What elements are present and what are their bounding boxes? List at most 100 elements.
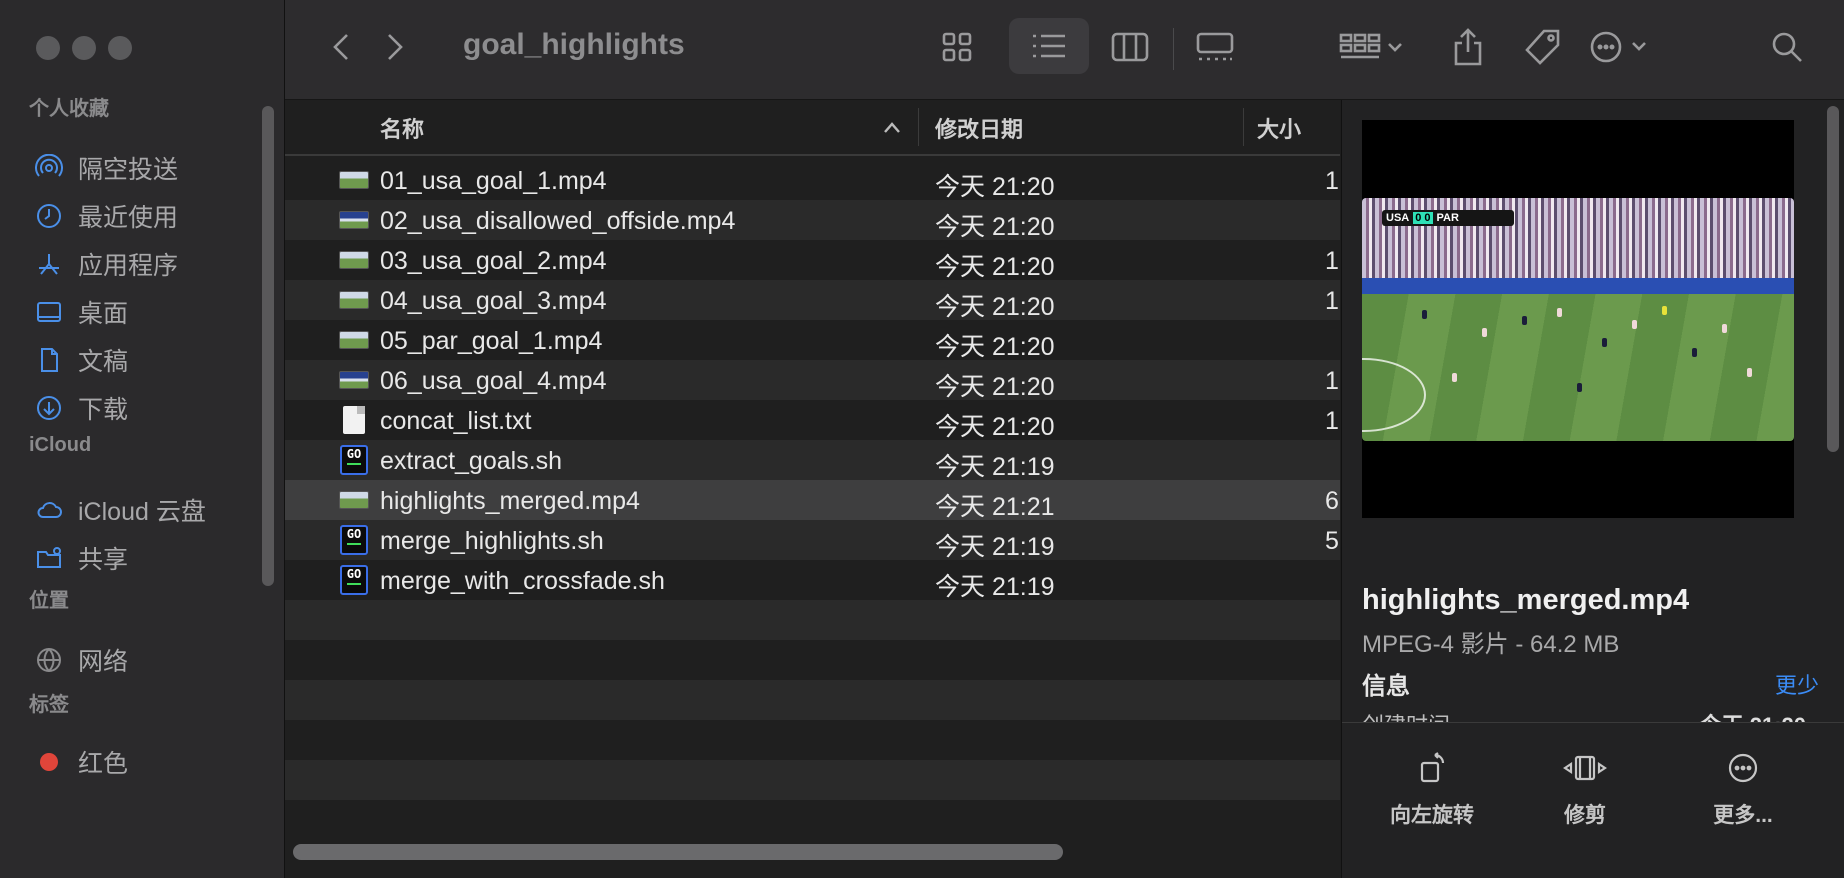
sort-ascending-icon[interactable] [883,120,901,134]
zoom-window-button[interactable] [108,36,132,60]
sidebar-item-shared[interactable]: 共享 [34,538,128,578]
file-row[interactable]: 03_usa_goal_2.mp4 今天 21:20 1 [285,240,1340,281]
video-preview[interactable]: USA 0 0 PAR [1362,120,1794,518]
scorebug-away: PAR [1436,212,1459,224]
file-row[interactable]: 05_par_goal_1.mp4 今天 21:20 [285,320,1340,361]
video-thumbnail: USA 0 0 PAR [1362,198,1794,441]
horizontal-scrollbar[interactable] [293,844,1063,860]
file-name: extract_goals.sh [380,447,563,475]
sidebar-item-applications[interactable]: 应用程序 [34,244,178,284]
rotate-left-button[interactable]: 向左旋转 [1367,751,1497,829]
search-button[interactable] [1767,24,1807,70]
file-modified: 今天 21:20 [935,253,1055,281]
video-file-icon [339,326,369,354]
sidebar-scrollbar[interactable] [262,106,274,586]
sidebar-item-label: 下载 [78,396,129,424]
sidebar-item-documents[interactable]: 文稿 [34,340,128,380]
sidebar-item-label: iCloud 云盘 [78,498,206,526]
search-icon [1772,32,1802,62]
list-view-button[interactable] [1009,18,1089,74]
file-row-selected[interactable]: highlights_merged.mp4 今天 21:21 6 [285,480,1340,521]
more-actions-button[interactable] [1585,24,1655,70]
file-size: 1 [1325,287,1339,315]
file-name: merge_highlights.sh [380,527,604,555]
desktop-icon [34,297,64,327]
scorebug: USA 0 0 PAR [1382,210,1514,226]
sidebar-item-icloud-drive[interactable]: iCloud 云盘 [34,490,206,530]
file-rows: 01_usa_goal_1.mp4 今天 21:20 1 02_usa_disa… [285,160,1340,840]
file-size: 5! [1325,527,1340,555]
file-modified: 今天 21:20 [935,213,1055,241]
sidebar-item-tag-red[interactable]: 红色 [34,742,128,782]
player [1747,368,1752,377]
cloud-icon [34,495,64,525]
file-row[interactable]: 02_usa_disallowed_offside.mp4 今天 21:20 [285,200,1340,241]
action-label: 向左旋转 [1390,804,1474,827]
forward-button[interactable] [381,24,409,70]
grid-view-icon [942,32,972,62]
file-name: highlights_merged.mp4 [380,487,640,515]
file-row[interactable]: concat_list.txt 今天 21:20 1( [285,400,1340,441]
player [1557,308,1562,317]
file-size: 1 [1325,247,1339,275]
file-list: 名称 修改日期 大小 01_usa_goal_1.mp4 今天 21:20 1 … [285,100,1340,878]
file-row[interactable]: 06_usa_goal_4.mp4 今天 21:20 1 [285,360,1340,401]
sidebar-item-airdrop[interactable]: 隔空投送 [34,148,178,188]
file-row[interactable]: 01_usa_goal_1.mp4 今天 21:20 1 [285,160,1340,201]
share-button[interactable] [1447,24,1489,70]
column-header-size[interactable]: 大小 [1257,112,1301,144]
show-less-link[interactable]: 更少 [1775,668,1819,700]
minimize-window-button[interactable] [72,36,96,60]
back-button[interactable] [327,24,355,70]
close-window-button[interactable] [36,36,60,60]
sidebar-item-network[interactable]: 网络 [34,640,128,680]
player [1452,373,1457,382]
toolbar: goal_highlights [285,0,1844,100]
empty-row [285,640,1340,680]
file-modified: 今天 21:19 [935,453,1055,481]
shell-script-icon: GO [339,525,369,555]
sidebar-item-label: 隔空投送 [78,156,179,184]
video-file-icon [339,166,369,194]
sidebar-item-label: 红色 [78,750,129,778]
ellipsis-circle-icon [1590,31,1646,63]
gallery-view-button[interactable] [1191,24,1239,70]
file-row[interactable]: GO merge_with_crossfade.sh 今天 21:19 [285,560,1340,601]
column-divider[interactable] [1243,108,1244,146]
more-button[interactable]: 更多... [1678,751,1808,829]
file-row[interactable]: GO merge_highlights.sh 今天 21:19 5! [285,520,1340,561]
empty-row [285,760,1340,800]
tags-button[interactable] [1521,24,1565,70]
icon-view-button[interactable] [935,24,979,70]
player [1692,348,1697,357]
file-row[interactable]: 04_usa_goal_3.mp4 今天 21:20 1 [285,280,1340,321]
action-label: 修剪 [1564,804,1606,827]
file-modified: 今天 21:20 [935,173,1055,201]
column-header-name[interactable]: 名称 [380,112,424,144]
scorebug-score: 0 0 [1413,212,1433,224]
file-row[interactable]: GO extract_goals.sh 今天 21:19 [285,440,1340,481]
sidebar-item-label: 共享 [78,546,129,574]
toolbar-separator [1173,28,1174,70]
file-modified: 今天 21:19 [935,573,1055,601]
player [1482,328,1487,337]
preview-scrollbar[interactable] [1827,106,1839,452]
group-icon [1339,33,1402,59]
network-globe-icon [34,645,64,675]
file-modified: 今天 21:20 [935,413,1055,441]
column-header-modified[interactable]: 修改日期 [935,112,1023,144]
document-icon [34,345,64,375]
sidebar-item-recents[interactable]: 最近使用 [34,196,178,236]
preview-filename: highlights_merged.mp4 [1362,584,1690,616]
group-by-button[interactable] [1335,24,1409,70]
sidebar-item-downloads[interactable]: 下载 [34,388,128,428]
video-file-icon [339,366,369,394]
window-title: goal_highlights [463,28,685,61]
preview-pane: USA 0 0 PAR highlights_merged.mp4 MPEG-4… [1341,100,1844,878]
column-view-button[interactable] [1107,24,1153,70]
player [1522,316,1527,325]
column-divider[interactable] [918,108,919,146]
sidebar-item-desktop[interactable]: 桌面 [34,292,128,332]
file-name: concat_list.txt [380,407,532,435]
trim-button[interactable]: 修剪 [1520,751,1650,829]
